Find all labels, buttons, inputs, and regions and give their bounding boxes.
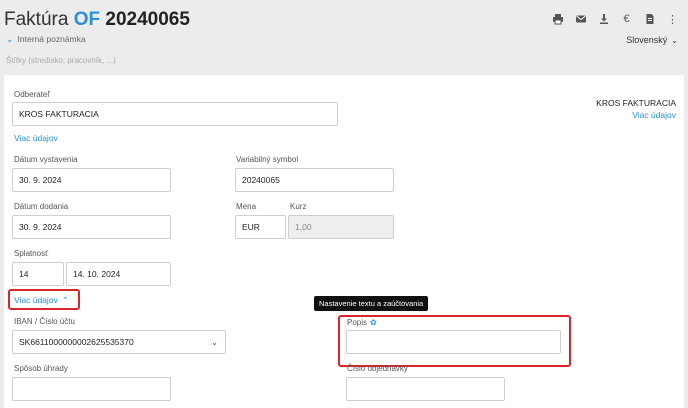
variable-symbol-label: Variabilný symbol bbox=[236, 155, 299, 164]
variable-symbol-field[interactable]: 20240065 bbox=[235, 168, 394, 192]
delivery-date-label: Dátum dodania bbox=[14, 202, 69, 211]
rate-label: Kurz bbox=[290, 202, 307, 211]
chevron-up-icon: ⌃ bbox=[61, 295, 69, 305]
description-label-row: Popis ✿ bbox=[347, 318, 377, 327]
description-label: Popis bbox=[347, 318, 368, 327]
internal-note-label: Interná poznámka bbox=[17, 34, 86, 44]
customer-value: KROS FAKTURACIA bbox=[19, 109, 99, 119]
chevron-down-icon: ⌄ bbox=[671, 36, 678, 45]
delivery-date-field[interactable]: 30. 9. 2024 bbox=[12, 215, 171, 239]
document-toolbar: € ⋮ bbox=[546, 10, 684, 28]
iban-label: IBAN / Číslo účtu bbox=[14, 317, 75, 326]
page-title: Faktúra OF 20240065 bbox=[4, 9, 190, 31]
iban-value: SK6611000000002625535370 bbox=[19, 337, 134, 347]
chevron-down-icon: ⌄ bbox=[6, 34, 14, 44]
more-details-toggle[interactable]: Viac údajov ⌃ bbox=[14, 295, 69, 306]
rate-value: 1,00 bbox=[295, 222, 312, 232]
currency-field[interactable]: EUR bbox=[235, 215, 286, 239]
due-days-value: 14 bbox=[19, 269, 29, 279]
issue-date-value: 30. 9. 2024 bbox=[19, 175, 62, 185]
language-select[interactable]: Slovenský ⌄ bbox=[626, 35, 678, 45]
supplier-name: KROS FAKTURACIA bbox=[596, 98, 676, 108]
due-date-value: 14. 10. 2024 bbox=[73, 269, 121, 279]
customer-field[interactable]: KROS FAKTURACIA bbox=[12, 102, 338, 126]
gear-icon[interactable]: ✿ bbox=[370, 318, 377, 327]
euro-icon[interactable]: € bbox=[615, 10, 638, 28]
title-number: 20240065 bbox=[105, 9, 190, 30]
currency-label: Mena bbox=[236, 202, 257, 211]
more-details-label: Viac údajov bbox=[14, 295, 58, 305]
supplier-more-link[interactable]: Viac údajov bbox=[596, 109, 676, 121]
delivery-date-value: 30. 9. 2024 bbox=[19, 222, 62, 232]
variable-symbol-value: 20240065 bbox=[242, 175, 280, 185]
currency-value: EUR bbox=[242, 222, 260, 232]
title-prefix: Faktúra bbox=[4, 9, 69, 30]
order-number-field[interactable] bbox=[346, 377, 505, 401]
order-number-label: Číslo objednávky bbox=[347, 364, 408, 373]
more-vertical-icon[interactable]: ⋮ bbox=[661, 10, 684, 28]
due-days-field[interactable]: 14 bbox=[12, 262, 64, 286]
mail-icon[interactable] bbox=[569, 10, 592, 28]
tags-input[interactable]: Štítky (stredisko, pracovník, ...) bbox=[6, 56, 116, 65]
download-icon[interactable] bbox=[592, 10, 615, 28]
print-icon[interactable] bbox=[546, 10, 569, 28]
supplier-summary: KROS FAKTURACIA Viac údajov bbox=[596, 97, 676, 121]
description-field[interactable] bbox=[346, 330, 561, 354]
internal-note-toggle[interactable]: ⌄ Interná poznámka bbox=[6, 34, 86, 45]
document-icon[interactable] bbox=[638, 10, 661, 28]
chevron-down-icon: ⌄ bbox=[211, 338, 218, 347]
invoice-form: KROS FAKTURACIA Viac údajov Odberateľ KR… bbox=[4, 75, 684, 408]
rate-field: 1,00 bbox=[288, 215, 394, 239]
payment-method-field[interactable] bbox=[12, 377, 171, 401]
due-date-field[interactable]: 14. 10. 2024 bbox=[66, 262, 171, 286]
document-header: Faktúra OF 20240065 ⌄ Interná poznámka Št… bbox=[0, 0, 688, 75]
customer-label: Odberateľ bbox=[14, 90, 50, 99]
payment-method-label: Spôsob úhrady bbox=[14, 364, 68, 373]
title-type: OF bbox=[73, 9, 101, 30]
customer-more-link[interactable]: Viac údajov bbox=[14, 133, 58, 143]
description-tooltip: Nastavenie textu a zaúčtovania bbox=[314, 296, 429, 311]
issue-date-field[interactable]: 30. 9. 2024 bbox=[12, 168, 171, 192]
due-label: Splatnosť bbox=[14, 249, 49, 258]
iban-select[interactable]: SK6611000000002625535370 ⌄ bbox=[12, 330, 226, 354]
language-value: Slovenský bbox=[626, 35, 668, 45]
issue-date-label: Dátum vystavenia bbox=[14, 155, 78, 164]
